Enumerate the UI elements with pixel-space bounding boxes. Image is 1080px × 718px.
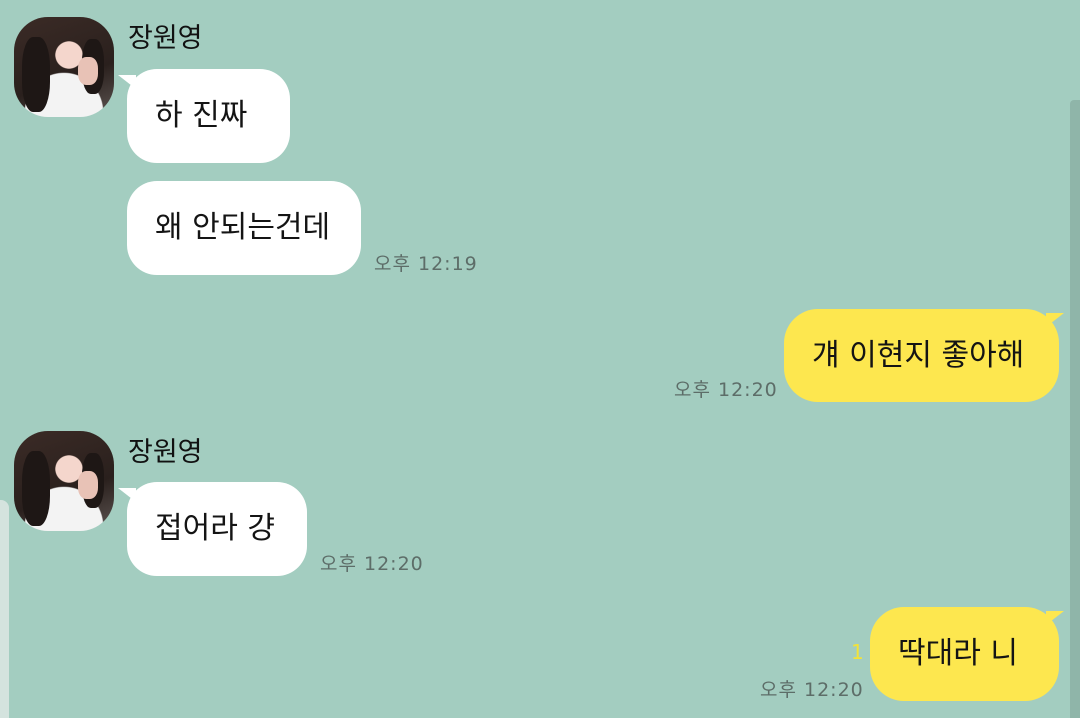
message-text: 하 진짜 — [155, 98, 248, 133]
bubble-tail — [1046, 313, 1064, 327]
message-text: 왜 안되는건데 — [155, 210, 331, 245]
message-bubble-incoming[interactable]: 하 진짜 — [127, 69, 290, 163]
message-time: 오후 12:20 — [320, 553, 424, 575]
message-bubble-outgoing[interactable]: 딱대라 니 — [870, 607, 1059, 701]
scrollbar[interactable] — [1070, 100, 1080, 718]
avatar-hair — [22, 37, 50, 112]
message-bubble-incoming[interactable]: 접어라 걍 — [127, 482, 307, 576]
avatar-hair — [22, 451, 50, 526]
message-bubble-outgoing[interactable]: 걔 이현지 좋아해 — [784, 309, 1059, 402]
message-bubble-incoming[interactable]: 왜 안되는건데 — [127, 181, 361, 275]
message-time: 오후 12:19 — [374, 253, 478, 275]
sender-name: 장원영 — [128, 23, 203, 54]
message-time: 오후 12:20 — [674, 379, 778, 401]
avatar-hand — [78, 471, 98, 499]
message-time: 오후 12:20 — [760, 679, 864, 701]
avatar[interactable] — [14, 431, 114, 531]
side-panel-handle[interactable] — [0, 500, 9, 718]
sender-name: 장원영 — [128, 437, 203, 468]
unread-count: 1 — [851, 640, 864, 664]
avatar[interactable] — [14, 17, 114, 117]
message-text: 딱대라 니 — [898, 636, 1018, 671]
message-text: 접어라 걍 — [155, 511, 275, 546]
avatar-hand — [78, 57, 98, 85]
bubble-tail — [1046, 611, 1064, 625]
message-text: 걔 이현지 좋아해 — [812, 337, 1025, 373]
